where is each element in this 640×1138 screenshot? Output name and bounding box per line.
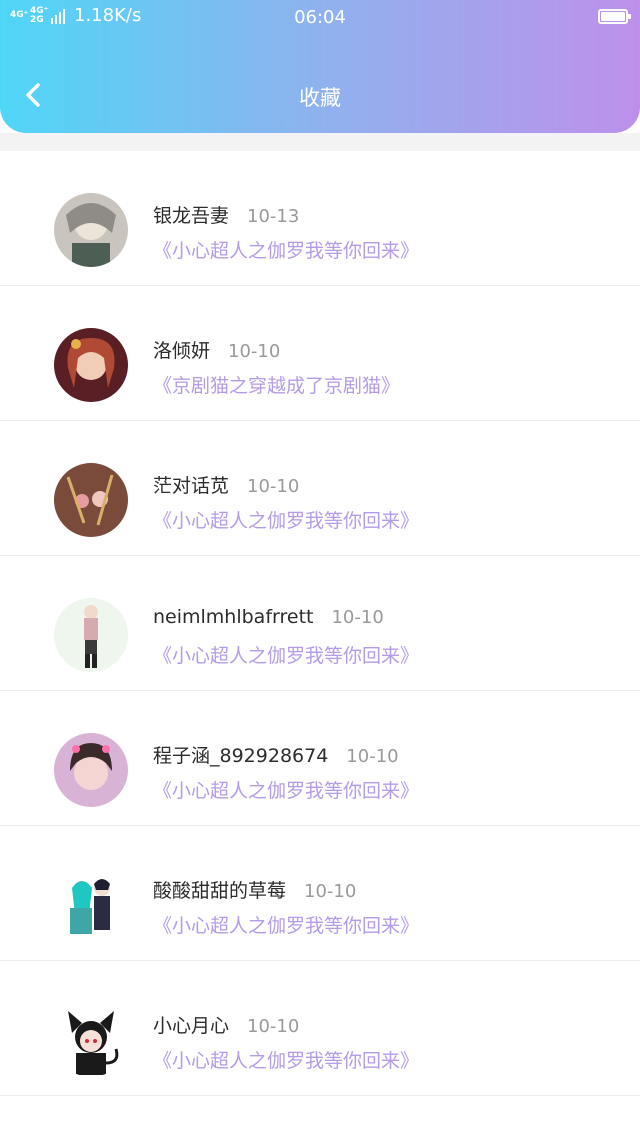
item-meta: 小心月心 10-10 [153,1011,299,1038]
avatar[interactable] [54,1003,128,1077]
work-title-link[interactable]: 《小心超人之伽罗我等你回来》 [153,911,419,938]
work-title-link[interactable]: 《小心超人之伽罗我等你回来》 [153,236,419,263]
list-item[interactable]: 程子涵_892928674 10-10 《小心超人之伽罗我等你回来》 [0,691,640,826]
list-item[interactable]: 洛倾妍 10-10 《京剧猫之穿越成了京剧猫》 [0,286,640,421]
item-meta: 洛倾妍 10-10 [153,336,280,363]
item-date: 10-10 [304,881,357,902]
user-name: 茫对话苋 [153,475,230,497]
avatar[interactable] [54,328,128,402]
work-title-link[interactable]: 《小心超人之伽罗我等你回来》 [153,776,419,803]
user-name: 银龙吾妻 [153,205,230,227]
status-bar: 4G⁺ 4G⁺ 2G 1.18K/s 06:04 [0,0,640,36]
item-date: 10-10 [228,341,281,362]
user-name: 小心月心 [153,1015,230,1037]
item-meta: 酸酸甜甜的草莓 10-10 [153,876,356,903]
avatar[interactable] [54,733,128,807]
status-time: 06:04 [294,7,346,28]
avatar[interactable] [54,193,128,267]
user-name: 酸酸甜甜的草莓 [153,880,287,902]
item-date: 10-10 [331,607,384,628]
battery-icon [598,9,631,24]
item-meta: 茫对话苋 10-10 [153,471,299,498]
item-meta: 银龙吾妻 10-13 [153,201,299,228]
work-title-link[interactable]: 《京剧猫之穿越成了京剧猫》 [153,371,400,398]
list-item[interactable]: neimlmhlbafrrett 10-10 《小心超人之伽罗我等你回来》 [0,556,640,691]
work-title-link[interactable]: 《小心超人之伽罗我等你回来》 [153,1046,419,1073]
avatar[interactable] [54,868,128,942]
avatar[interactable] [54,598,128,672]
page-title: 收藏 [299,86,341,110]
user-name: 洛倾妍 [153,340,211,362]
list-item[interactable]: 银龙吾妻 10-13 《小心超人之伽罗我等你回来》 [0,151,640,286]
item-meta: neimlmhlbafrrett 10-10 [153,606,384,628]
item-meta: 程子涵_892928674 10-10 [153,741,399,768]
item-date: 10-10 [346,746,399,767]
avatar[interactable] [54,463,128,537]
item-date: 10-10 [247,476,300,497]
list-item[interactable]: 茫对话苋 10-10 《小心超人之伽罗我等你回来》 [0,421,640,556]
favorites-list: 银龙吾妻 10-13 《小心超人之伽罗我等你回来》 洛倾妍 10-10 《京剧猫… [0,151,640,1096]
list-item[interactable]: 酸酸甜甜的草莓 10-10 《小心超人之伽罗我等你回来》 [0,826,640,961]
user-name: 程子涵_892928674 [153,745,329,767]
list-item[interactable]: 小心月心 10-10 《小心超人之伽罗我等你回来》 [0,961,640,1096]
divider [0,1095,640,1096]
work-title-link[interactable]: 《小心超人之伽罗我等你回来》 [153,641,419,668]
work-title-link[interactable]: 《小心超人之伽罗我等你回来》 [153,506,419,533]
app-header: 4G⁺ 4G⁺ 2G 1.18K/s 06:04 收藏 [0,0,640,133]
item-date: 10-10 [247,1016,300,1037]
header-gap [0,133,640,151]
user-name: neimlmhlbafrrett [153,606,314,628]
item-date: 10-13 [247,206,300,227]
